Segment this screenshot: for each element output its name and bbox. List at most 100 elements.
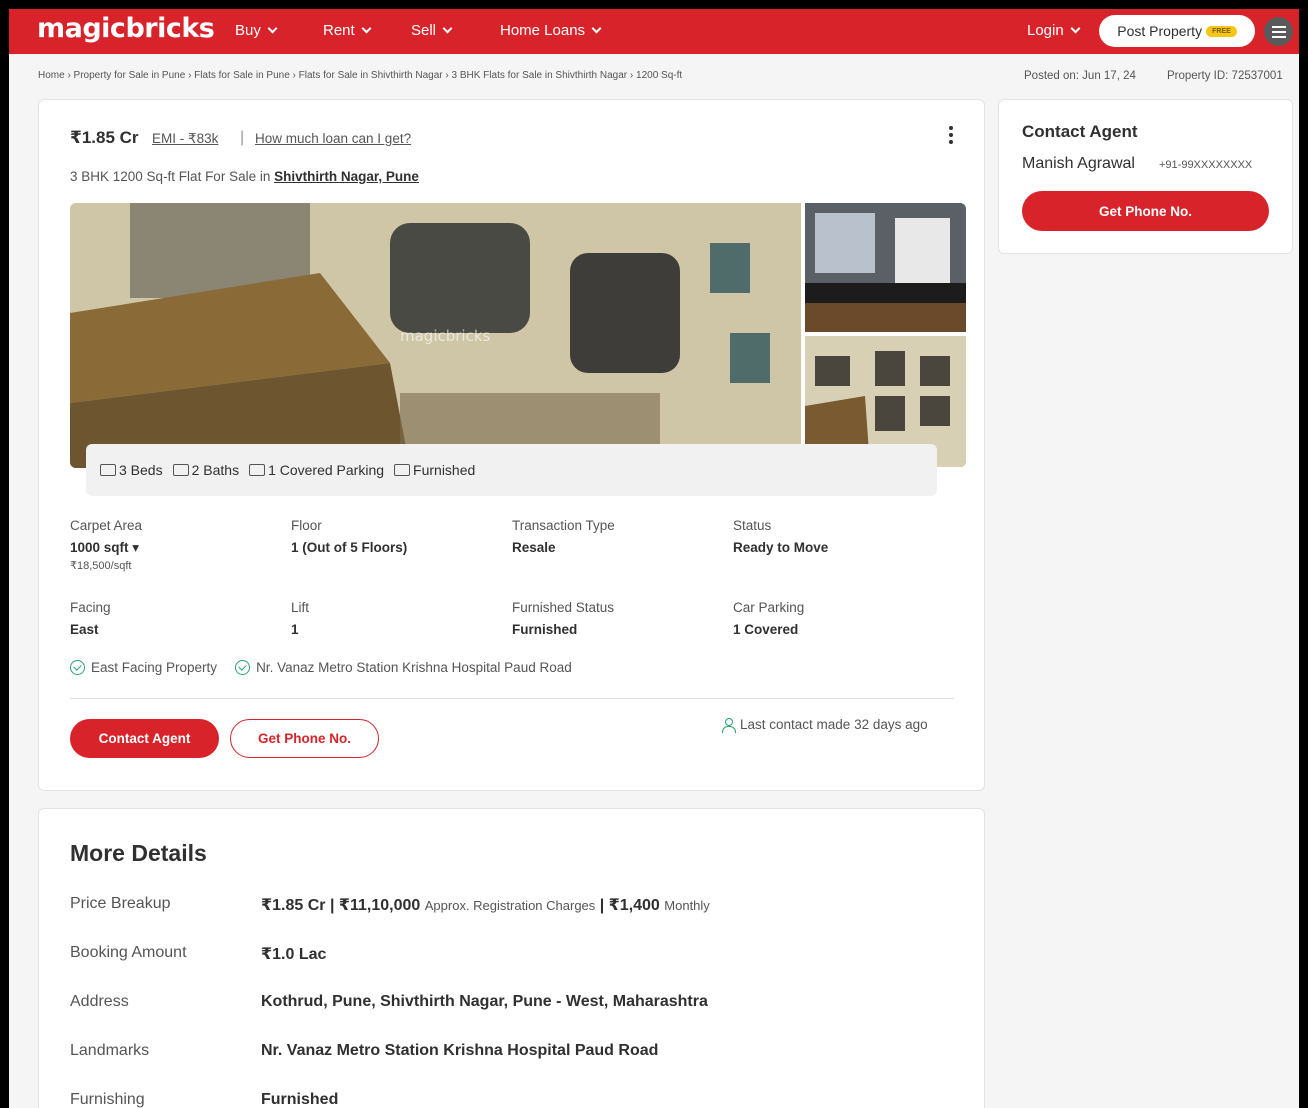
summary-label: Carpet Area	[70, 518, 143, 533]
tag-label: East Facing Property	[91, 660, 218, 675]
nav-buy-label: Buy	[235, 22, 261, 39]
tag-item: East Facing Property	[70, 660, 217, 675]
user-icon	[722, 717, 736, 733]
nav-buy[interactable]: Buy	[235, 22, 278, 39]
bathtub-icon	[172, 464, 189, 476]
breadcrumb[interactable]: Home › Property for Sale in Pune › Flats…	[38, 70, 682, 81]
amenity-furnished: Furnished	[394, 462, 475, 478]
login-button[interactable]: Login	[1027, 22, 1081, 39]
login-label: Login	[1027, 22, 1064, 39]
post-property-label: Post Property	[1117, 23, 1203, 39]
detail-value: Kothrud, Pune, Shivthirth Nagar, Pune - …	[261, 993, 708, 1010]
nav-home-loans[interactable]: Home Loans	[500, 22, 602, 39]
summary-value: East	[70, 622, 99, 637]
amenities-bar: 3 Beds 2 Baths 1 Covered Parking Furnish…	[86, 444, 937, 496]
summary-value: Furnished	[512, 622, 578, 637]
get-phone-button[interactable]: Get Phone No.	[230, 719, 379, 758]
chevron-down-icon	[267, 23, 278, 33]
more-details-card: More Details Price Breakup ₹1.85 Cr | ₹1…	[38, 808, 985, 1108]
top-navbar: magicbricks Buy Rent Sell Home Loans Log…	[9, 9, 1299, 54]
separator: |	[240, 129, 245, 146]
kitchen-photo-illustration	[805, 203, 966, 332]
listing-card: ₹1.85 Cr EMI - ₹83k | How much loan can …	[38, 99, 985, 791]
chevron-down-icon	[1070, 23, 1081, 33]
divider	[70, 698, 954, 699]
detail-value: ₹1.0 Lac	[261, 946, 327, 963]
contact-agent-card: Contact Agent Manish Agrawal +91-99XXXXX…	[998, 99, 1293, 254]
free-badge: FREE	[1206, 25, 1237, 37]
agent-get-phone-button[interactable]: Get Phone No.	[1022, 191, 1269, 231]
summary-label: Car Parking	[733, 600, 805, 615]
summary-value[interactable]: 1000 sqft ▾	[70, 540, 139, 556]
registration-note: Approx. Registration Charges	[424, 898, 596, 913]
summary-label: Floor	[291, 518, 322, 533]
summary-label: Lift	[291, 600, 310, 615]
main-photo[interactable]: magicbricks	[70, 203, 801, 468]
photo-watermark: magicbricks	[400, 327, 491, 345]
summary-value: 1 (Out of 5 Floors)	[291, 540, 408, 555]
detail-value-price-breakup: ₹1.85 Cr | ₹11,10,000 Approx. Registrati…	[261, 895, 710, 915]
emi-link[interactable]: EMI - ₹83k	[152, 131, 218, 147]
summary-value: 1 Covered	[733, 622, 799, 637]
property-id: Property ID: 72537001	[1167, 70, 1283, 82]
site-logo[interactable]: magicbricks	[37, 13, 215, 44]
baths-label: 2 Baths	[191, 462, 240, 478]
tag-item: Nr. Vanaz Metro Station Krishna Hospital…	[235, 660, 572, 675]
price-breakup-value: ₹1.85 Cr | ₹11,10,000	[261, 897, 421, 914]
nav-rent[interactable]: Rent	[323, 22, 372, 39]
posted-date: Posted on: Jun 17, 24	[1024, 70, 1136, 82]
agent-phone: +91-99XXXXXXXX	[1159, 159, 1253, 171]
last-contact-info: Last contact made 32 days ago	[722, 717, 928, 733]
car-icon	[249, 464, 266, 476]
more-options-icon[interactable]	[949, 126, 953, 144]
listing-subtitle: 3 BHK 1200 Sq-ft Flat For Sale in Shivth…	[70, 169, 419, 184]
summary-label: Furnished Status	[512, 600, 615, 615]
summary-label: Facing	[70, 600, 111, 615]
bed-icon	[100, 464, 116, 476]
subtitle-prefix: 3 BHK 1200 Sq-ft Flat For Sale in	[70, 169, 271, 184]
chevron-down-icon	[361, 23, 372, 33]
agent-card-title: Contact Agent	[1022, 122, 1138, 141]
detail-label: Price Breakup	[70, 895, 171, 912]
summary-value: 1	[291, 622, 299, 637]
parking-label: 1 Covered Parking	[268, 462, 385, 478]
check-circle-icon	[70, 660, 85, 675]
more-details-title: More Details	[70, 840, 207, 866]
chevron-down-icon	[591, 23, 602, 33]
amenity-beds: 3 Beds	[100, 462, 163, 478]
monthly-value: | ₹1,400	[599, 897, 660, 914]
page-frame: magicbricks Buy Rent Sell Home Loans Log…	[0, 0, 1308, 1108]
post-property-button[interactable]: Post Property FREE	[1099, 15, 1255, 47]
loan-eligibility-link[interactable]: How much loan can I get?	[255, 131, 411, 146]
monthly-note: Monthly	[664, 898, 710, 913]
nav-home-loans-label: Home Loans	[500, 22, 586, 39]
sofa-icon	[394, 464, 411, 476]
nav-sell[interactable]: Sell	[411, 22, 453, 39]
summary-subvalue: ₹18,500/sqft	[70, 560, 132, 572]
detail-label: Landmarks	[70, 1042, 150, 1059]
beds-label: 3 Beds	[119, 462, 163, 478]
nav-sell-label: Sell	[411, 22, 437, 39]
tag-label: Nr. Vanaz Metro Station Krishna Hospital…	[256, 660, 572, 675]
contact-agent-button[interactable]: Contact Agent	[70, 719, 219, 758]
detail-value: Nr. Vanaz Metro Station Krishna Hospital…	[261, 1042, 659, 1059]
chevron-down-icon	[442, 23, 453, 33]
detail-label: Furnishing	[70, 1091, 145, 1108]
thumbnail-kitchen[interactable]	[805, 203, 966, 332]
amenity-parking: 1 Covered Parking	[249, 462, 384, 478]
check-circle-icon	[235, 660, 251, 675]
building-photo-illustration: magicbricks	[70, 203, 801, 468]
location-link[interactable]: Shivthirth Nagar, Pune	[274, 169, 419, 184]
listing-price: ₹1.85 Cr	[70, 128, 139, 147]
amenity-baths: 2 Baths	[172, 462, 240, 478]
hamburger-menu-icon[interactable]	[1264, 17, 1293, 46]
detail-value: Furnished	[261, 1091, 339, 1108]
detail-label: Address	[70, 993, 129, 1010]
agent-name: Manish Agrawal	[1022, 155, 1135, 172]
summary-label: Transaction Type	[512, 518, 615, 533]
summary-value: Ready to Move	[733, 540, 829, 555]
last-contact-text: Last contact made 32 days ago	[740, 717, 928, 732]
summary-label: Status	[733, 518, 772, 533]
furnished-label: Furnished	[413, 462, 476, 478]
summary-value: Resale	[512, 540, 556, 555]
